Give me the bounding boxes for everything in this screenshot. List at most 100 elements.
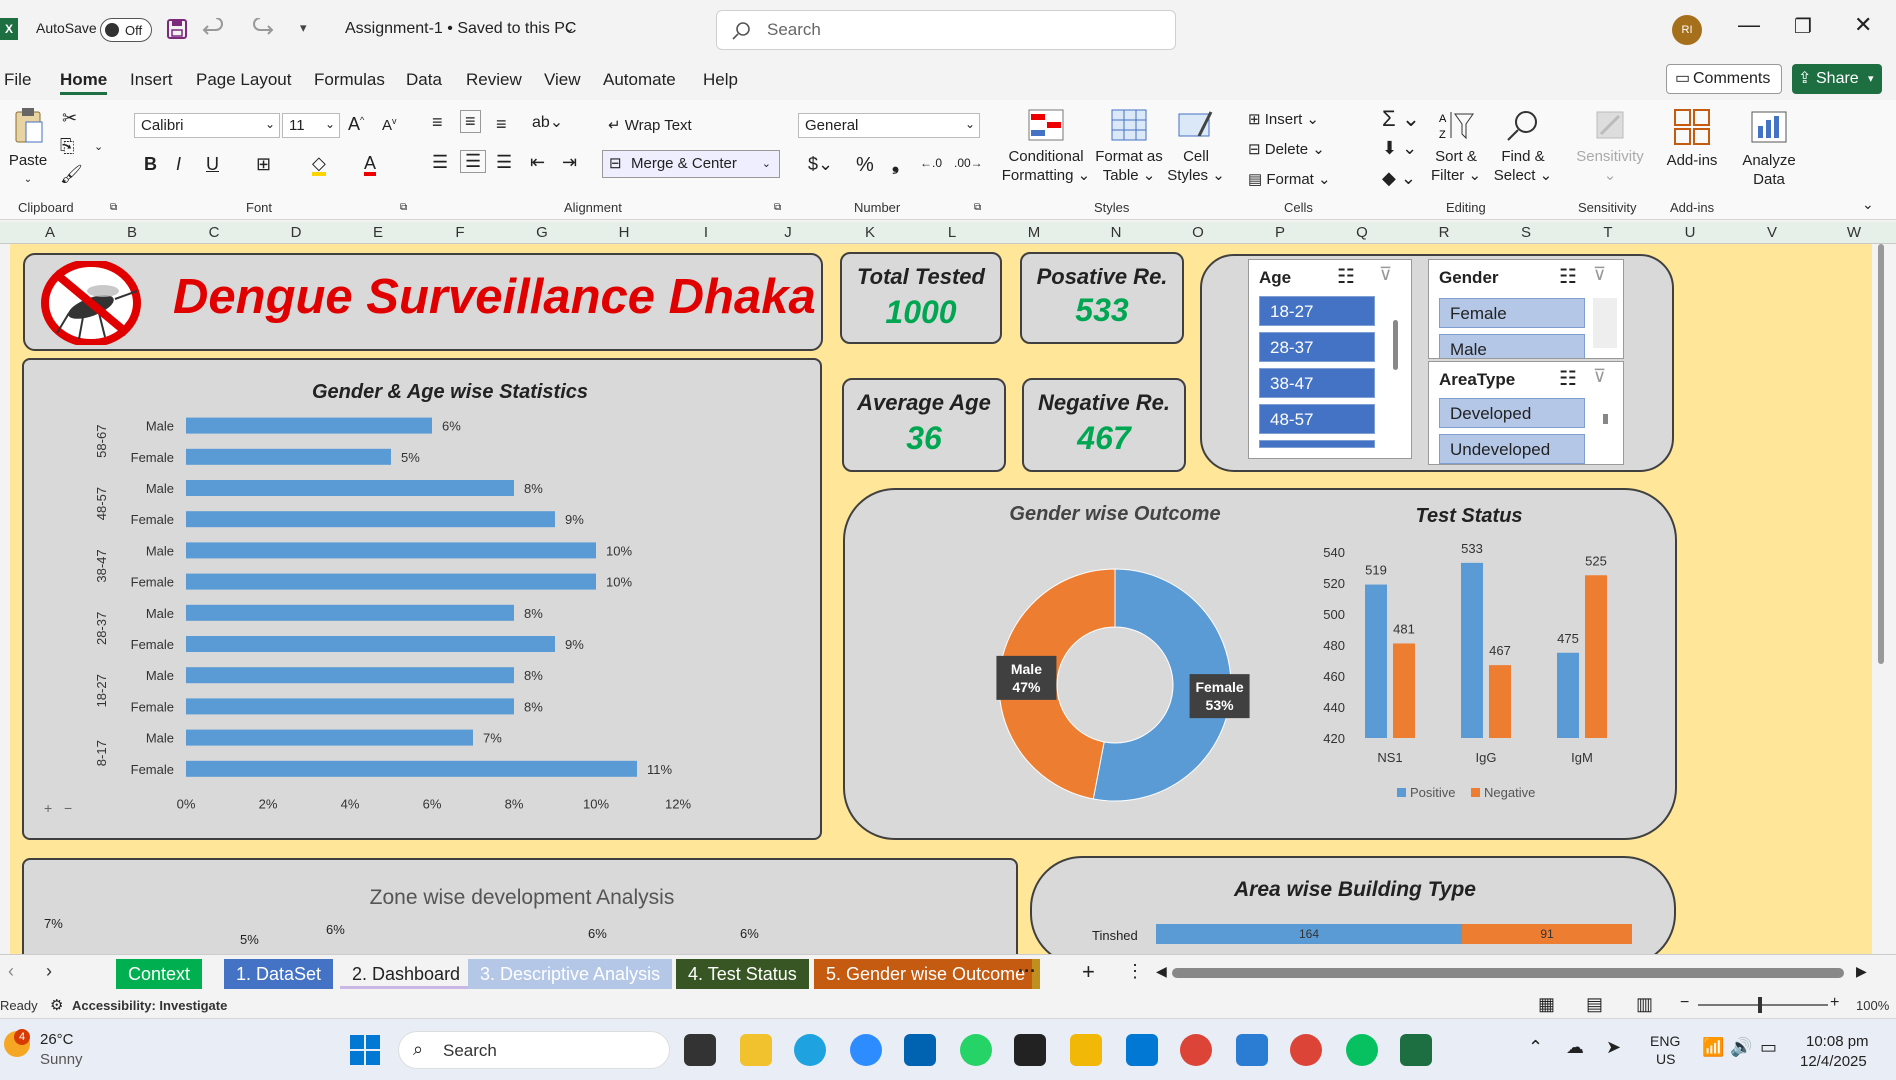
column-header[interactable]: F — [450, 224, 470, 241]
menu-home[interactable]: Home — [60, 70, 108, 95]
chrome-profile-icon[interactable] — [1290, 1034, 1322, 1066]
excel-taskbar-icon[interactable] — [1400, 1034, 1432, 1066]
column-header[interactable]: B — [122, 224, 142, 241]
areatype-item-undeveloped[interactable]: Undeveloped — [1439, 434, 1585, 464]
clear-filter-icon[interactable]: ⊽ — [1593, 366, 1606, 387]
column-header[interactable]: Q — [1352, 224, 1372, 241]
orientation-icon[interactable]: ab⌄ — [532, 112, 563, 132]
comments-button[interactable]: ▭ Comments — [1666, 64, 1782, 94]
bold-icon[interactable]: B — [144, 154, 157, 175]
sheet-tab[interactable]: 2. Dashboard — [340, 959, 473, 989]
decrease-decimal-icon[interactable]: .00→ — [954, 156, 983, 170]
align-right-icon[interactable]: ☰ — [496, 152, 512, 173]
column-header[interactable]: A — [40, 224, 60, 241]
multi-select-icon[interactable]: ☷ — [1337, 264, 1355, 289]
increase-indent-icon[interactable]: ⇥ — [562, 152, 577, 173]
prev-sheet-icon[interactable]: ‹ — [8, 961, 14, 982]
file-explorer-icon[interactable] — [740, 1034, 772, 1066]
scroll-left-icon[interactable]: ◀ — [1156, 963, 1167, 980]
search-box[interactable]: Search — [716, 10, 1176, 50]
scroll-right-icon[interactable]: ▶ — [1856, 963, 1867, 980]
undo-icon[interactable] — [202, 18, 226, 40]
column-header[interactable]: C — [204, 224, 224, 241]
sheet-tab[interactable]: 5. Gender wise Outcome — [814, 959, 1038, 989]
taskbar-search[interactable]: ⌕ Search — [398, 1031, 670, 1069]
column-header[interactable]: G — [532, 224, 552, 241]
restore-icon[interactable]: ❐ — [1794, 14, 1812, 39]
increase-font-icon[interactable]: A^ — [348, 114, 364, 135]
collapse-group-icon[interactable]: − — [64, 800, 72, 816]
column-header[interactable]: I — [696, 224, 716, 241]
age-item-18-27[interactable]: 18-27 — [1259, 296, 1375, 326]
page-layout-view-icon[interactable]: ▤ — [1586, 994, 1603, 1015]
clock-time[interactable]: 10:08 pm — [1806, 1033, 1869, 1050]
chevron-down-icon[interactable]: ⌄ — [94, 140, 103, 153]
menu-insert[interactable]: Insert — [130, 70, 173, 90]
column-header[interactable]: W — [1844, 224, 1864, 241]
autosum-icon[interactable]: Σ ⌄ — [1382, 106, 1420, 132]
align-middle-icon[interactable]: ≡ — [460, 110, 481, 133]
decrease-indent-icon[interactable]: ⇤ — [530, 152, 545, 173]
cell-styles-button[interactable]: Cell Styles ⌄ — [1166, 108, 1226, 185]
format-as-table-button[interactable]: Format as Table ⌄ — [1092, 108, 1166, 185]
collapse-ribbon-icon[interactable]: ⌄ — [1862, 196, 1874, 213]
column-header[interactable]: P — [1270, 224, 1290, 241]
redo-icon[interactable] — [250, 18, 274, 40]
power-bi-icon[interactable] — [1070, 1034, 1102, 1066]
age-slicer-scrollbar[interactable] — [1393, 320, 1398, 370]
edge-icon[interactable] — [794, 1034, 826, 1066]
age-item-48-57[interactable]: 48-57 — [1259, 404, 1375, 434]
expand-group-icon[interactable]: + — [44, 800, 52, 816]
zoom-app-icon[interactable] — [850, 1034, 882, 1066]
copy-icon[interactable]: ⎘ — [60, 136, 74, 157]
analyze-data-button[interactable]: Analyze Data — [1734, 108, 1804, 189]
percent-icon[interactable]: % — [856, 154, 874, 177]
comma-icon[interactable]: ❟ — [892, 154, 899, 175]
align-center-icon[interactable]: ☰ — [460, 150, 487, 173]
menu-data[interactable]: Data — [406, 70, 442, 90]
multi-select-icon[interactable]: ☷ — [1559, 366, 1577, 391]
autosave-toggle[interactable]: Off — [100, 18, 152, 42]
whatsapp-icon[interactable] — [960, 1034, 992, 1066]
battery-icon[interactable]: ▭ — [1760, 1037, 1777, 1058]
calendar-icon[interactable] — [1126, 1034, 1158, 1066]
cloud-icon[interactable]: ☁ — [1566, 1037, 1584, 1058]
quick-access-dropdown-icon[interactable]: ▾ — [300, 20, 307, 36]
accessibility-status[interactable]: Accessibility: Investigate — [72, 998, 227, 1013]
dialog-launcher-icon[interactable]: ⧉ — [400, 202, 407, 213]
zoom-out-icon[interactable]: − — [1680, 994, 1689, 1012]
number-format-dropdown[interactable]: General ⌄ — [798, 113, 980, 138]
italic-icon[interactable]: I — [176, 154, 181, 175]
sticky-notes-icon[interactable] — [1014, 1034, 1046, 1066]
task-view-icon[interactable] — [684, 1034, 716, 1066]
vertical-scrollbar[interactable] — [1878, 244, 1884, 664]
wifi-icon[interactable]: 📶 — [1702, 1037, 1724, 1058]
zoom-level[interactable]: 100% — [1856, 998, 1889, 1013]
more-sheets-icon[interactable]: ··· — [1018, 961, 1036, 982]
clear-filter-icon[interactable]: ⊽ — [1593, 264, 1606, 285]
clock-date[interactable]: 12/4/2025 — [1800, 1053, 1867, 1070]
document-title[interactable]: Assignment-1 • Saved to this PC — [345, 20, 576, 38]
menu-help[interactable]: Help — [703, 70, 738, 90]
insert-cells-button[interactable]: ⊞ Insert ⌄ — [1248, 110, 1319, 128]
normal-view-icon[interactable]: ▦ — [1538, 994, 1555, 1015]
menu-review[interactable]: Review — [466, 70, 522, 90]
menu-view[interactable]: View — [544, 70, 581, 90]
minimize-icon[interactable]: — — [1738, 12, 1760, 38]
wechat-icon[interactable] — [1346, 1034, 1378, 1066]
dialog-launcher-icon[interactable]: ⧉ — [974, 202, 981, 213]
fill-color-icon[interactable]: ◇ — [312, 154, 326, 176]
find-select-button[interactable]: Find & Select ⌄ — [1488, 108, 1558, 185]
save-icon[interactable] — [166, 18, 188, 40]
column-header[interactable]: U — [1680, 224, 1700, 241]
align-top-icon[interactable]: ≡ — [432, 112, 443, 133]
page-break-view-icon[interactable]: ▥ — [1636, 994, 1653, 1015]
cut-icon[interactable]: ✂ — [62, 108, 77, 129]
menu-file[interactable]: File — [4, 70, 31, 90]
merge-center-button[interactable]: ⊟ Merge & Center ⌄ — [602, 150, 780, 178]
font-color-icon[interactable]: A — [364, 154, 377, 176]
format-painter-icon[interactable]: 🖌 — [60, 164, 83, 185]
column-header[interactable]: K — [860, 224, 880, 241]
gender-slicer[interactable]: Gender ☷ ⊽ Female Male — [1428, 259, 1624, 359]
zoom-in-icon[interactable]: + — [1830, 994, 1839, 1012]
